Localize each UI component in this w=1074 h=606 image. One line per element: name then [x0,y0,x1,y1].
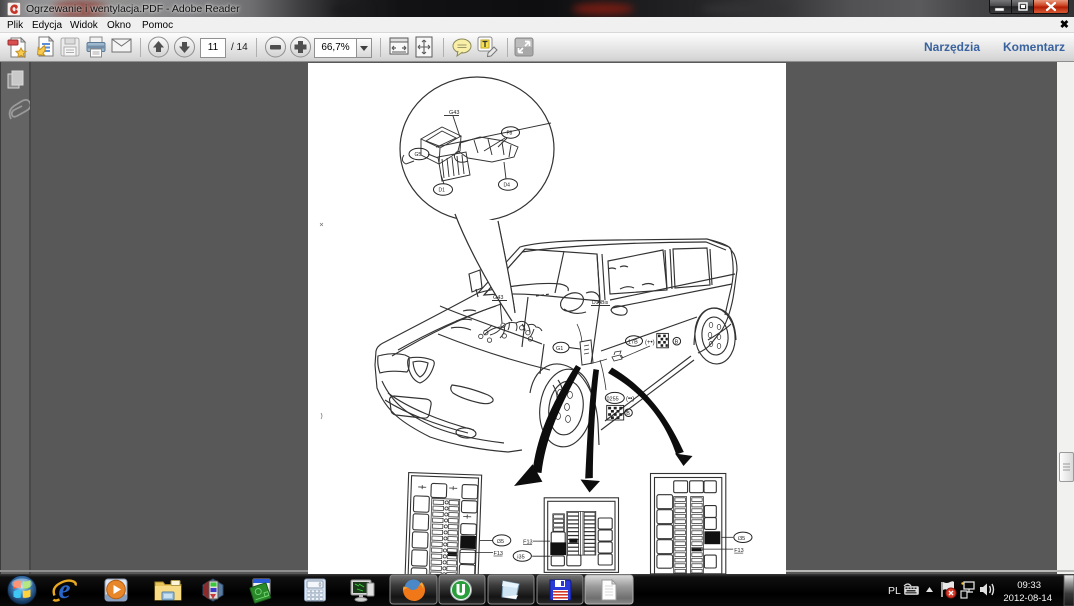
svg-text:i35: i35 [497,539,504,545]
svg-text:17B: 17B [628,340,638,346]
svg-text:B: B [626,411,630,417]
svg-text:(+•): (+•) [645,340,655,346]
svg-text:2012-08-14: 2012-08-14 [1003,593,1052,604]
svg-text:D4: D4 [504,183,511,189]
svg-text:PL: PL [888,585,901,597]
svg-text:G5: G5 [415,152,422,158]
svg-text:B: B [675,340,679,346]
svg-text:09:33: 09:33 [1017,580,1041,591]
svg-text:F8: F8 [507,131,513,137]
svg-text:0255: 0255 [607,396,619,402]
svg-text:G1: G1 [556,346,563,352]
svg-text:D1: D1 [439,188,446,194]
svg-text:0: 0 [319,582,322,588]
svg-text:i35: i35 [738,536,745,542]
svg-text:e: e [59,574,71,604]
svg-text:i35: i35 [517,555,524,561]
svg-text:(••): (••) [626,397,634,403]
